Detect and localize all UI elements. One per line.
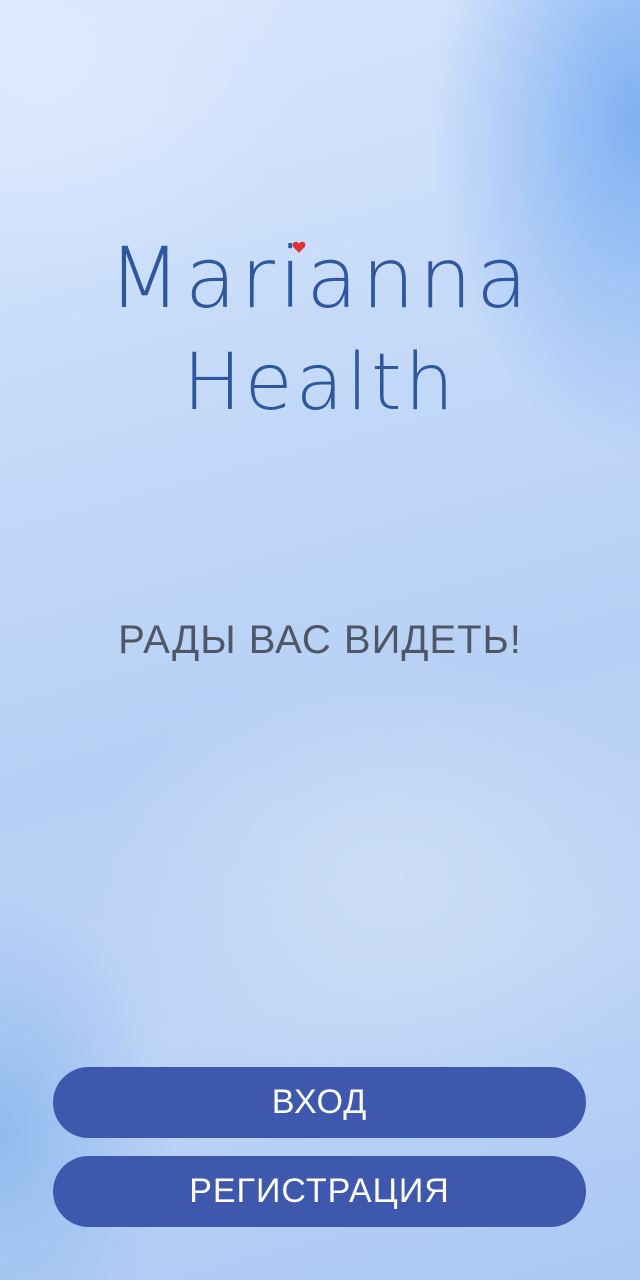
welcome-greeting: РАДЫ ВАС ВИДЕТЬ! <box>118 618 522 662</box>
register-button[interactable]: РЕГИСТРАЦИЯ <box>53 1156 586 1227</box>
app-logo: Marianna Health <box>0 228 640 428</box>
heart-icon <box>292 241 306 253</box>
welcome-screen: Marianna Health РАДЫ ВАС ВИДЕТЬ! ВХОД РЕ… <box>0 0 640 1280</box>
login-button[interactable]: ВХОД <box>53 1067 586 1138</box>
logo-text-marianna: Marianna <box>108 229 532 327</box>
logo-text-health: Health <box>182 338 458 428</box>
